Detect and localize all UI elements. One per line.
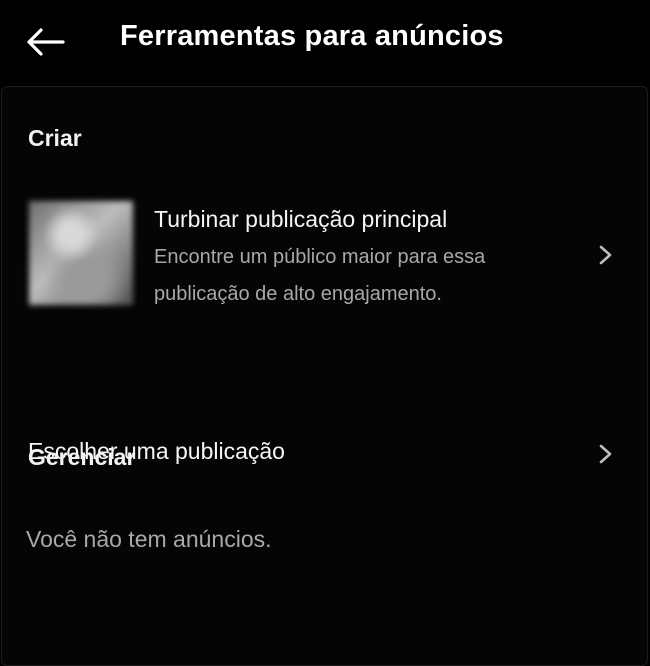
- post-thumbnail: [29, 201, 133, 305]
- ad-tools-panel: Criar Turbinar publicação principal Enco…: [1, 86, 648, 666]
- no-ads-message: Você não tem anúncios.: [26, 526, 272, 552]
- manage-section-heading: Gerenciar: [28, 444, 136, 470]
- back-button[interactable]: [22, 22, 68, 62]
- top-app-bar: Ferramentas para anúncios: [0, 0, 650, 86]
- boost-item-title: Turbinar publicação principal: [154, 206, 448, 232]
- boost-top-post-item[interactable]: Turbinar publicação principal Encontre u…: [2, 189, 647, 319]
- boost-item-description: Encontre um público maior para essa publ…: [154, 246, 486, 305]
- page-title: Ferramentas para anúncios: [120, 20, 504, 52]
- arrow-left-icon: [27, 28, 65, 56]
- create-section-heading: Criar: [28, 125, 82, 151]
- chevron-right-icon: [599, 245, 612, 265]
- chevron-right-icon: [599, 444, 612, 464]
